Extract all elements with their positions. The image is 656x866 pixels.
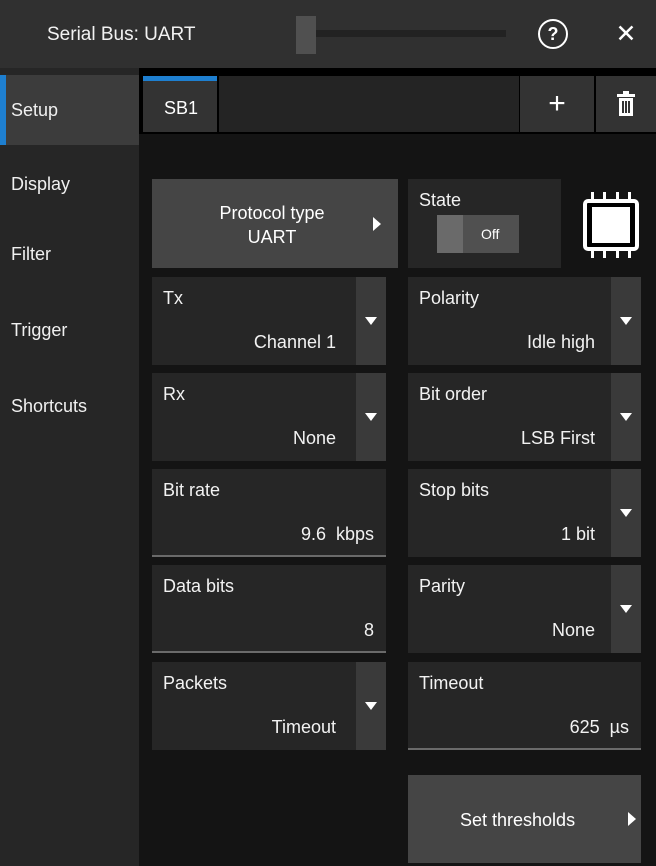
bit-order-select[interactable]: Bit order LSB First	[408, 373, 641, 461]
sidebar-item-label: Display	[11, 174, 71, 194]
parity-label: Parity	[419, 576, 466, 596]
parity-select[interactable]: Parity None	[408, 565, 641, 653]
trash-icon	[617, 91, 635, 116]
polarity-label: Polarity	[419, 288, 480, 308]
dialog-transparency-slider[interactable]	[296, 30, 506, 37]
polarity-value: Idle high	[526, 332, 595, 352]
slider-handle[interactable]	[296, 16, 316, 54]
protocol-type-label: Protocol type	[219, 203, 325, 223]
help-icon[interactable]: ?	[538, 19, 568, 49]
sidebar-item-filter[interactable]: Filter	[0, 219, 139, 289]
packets-select[interactable]: Packets Timeout	[152, 662, 386, 750]
data-bits-input[interactable]: Data bits 8	[152, 565, 386, 653]
sidebar-item-setup[interactable]: Setup	[0, 75, 139, 145]
timeout-input[interactable]: Timeout 625 µs	[408, 662, 641, 750]
timeout-label: Timeout	[419, 673, 484, 693]
input-underline	[152, 651, 386, 653]
arrow-right-icon	[373, 217, 381, 231]
timeout-value: 625 µs	[569, 717, 629, 737]
stop-bits-value: 1 bit	[560, 524, 595, 544]
stop-bits-select[interactable]: Stop bits 1 bit	[408, 469, 641, 557]
rx-value: None	[292, 428, 336, 448]
protocol-type-button[interactable]: Protocol type UART	[152, 179, 398, 268]
dropdown-arrow-icon[interactable]	[611, 469, 641, 557]
rx-label: Rx	[163, 384, 185, 404]
input-underline	[408, 748, 641, 750]
sidebar-item-label: Trigger	[11, 320, 68, 340]
polarity-select[interactable]: Polarity Idle high	[408, 277, 641, 365]
stop-bits-label: Stop bits	[419, 480, 490, 500]
arrow-right-icon	[628, 812, 636, 826]
tx-label: Tx	[163, 288, 183, 308]
sidebar-item-display[interactable]: Display	[0, 149, 139, 219]
close-icon[interactable]: ✕	[610, 15, 642, 53]
bit-rate-input[interactable]: Bit rate 9.6 kbps	[152, 469, 386, 557]
rx-select[interactable]: Rx None	[152, 373, 386, 461]
chip-icon	[583, 192, 639, 258]
dialog-title: Serial Bus: UART	[47, 24, 196, 45]
tab-sb1[interactable]: SB1	[143, 76, 217, 132]
set-thresholds-button[interactable]: Set thresholds	[408, 775, 641, 863]
state-panel: State Off	[408, 179, 561, 268]
sidebar: Setup Display Filter Trigger Shortcuts	[0, 68, 139, 866]
bit-order-label: Bit order	[419, 384, 488, 404]
dropdown-arrow-icon[interactable]	[611, 373, 641, 461]
bit-rate-label: Bit rate	[163, 480, 221, 500]
state-toggle[interactable]: Off	[437, 215, 519, 253]
sidebar-item-shortcuts[interactable]: Shortcuts	[0, 371, 139, 441]
plus-icon: +	[548, 87, 566, 120]
dropdown-arrow-icon[interactable]	[356, 662, 386, 750]
dropdown-arrow-icon[interactable]	[356, 277, 386, 365]
bit-rate-value: 9.6 kbps	[300, 524, 374, 544]
packets-value: Timeout	[271, 717, 336, 737]
set-thresholds-label: Set thresholds	[460, 810, 576, 830]
dropdown-arrow-icon[interactable]	[611, 565, 641, 653]
title-bar: Serial Bus: UART ? ✕	[0, 0, 656, 68]
toggle-knob	[437, 215, 463, 253]
sidebar-item-label: Filter	[11, 244, 51, 264]
tab-bar-empty	[219, 76, 519, 132]
state-value: Off	[481, 226, 500, 242]
bit-order-value: LSB First	[520, 428, 595, 448]
sidebar-item-trigger[interactable]: Trigger	[0, 295, 139, 365]
protocol-type-value: UART	[247, 227, 297, 247]
sidebar-item-label: Shortcuts	[11, 396, 88, 416]
add-bus-button[interactable]: +	[520, 76, 594, 132]
tab-bar: SB1 +	[139, 68, 656, 134]
dropdown-arrow-icon[interactable]	[611, 277, 641, 365]
input-underline	[152, 555, 386, 557]
delete-bus-button[interactable]	[596, 76, 656, 132]
dropdown-arrow-icon[interactable]	[356, 373, 386, 461]
tx-select[interactable]: Tx Channel 1	[152, 277, 386, 365]
parity-value: None	[551, 620, 595, 640]
tx-value: Channel 1	[253, 332, 336, 352]
state-label: State	[419, 190, 462, 210]
sidebar-item-label: Setup	[11, 100, 59, 120]
data-bits-label: Data bits	[163, 576, 235, 596]
tab-label: SB1	[164, 98, 199, 118]
packets-label: Packets	[163, 673, 228, 693]
data-bits-value: 8	[363, 620, 374, 640]
